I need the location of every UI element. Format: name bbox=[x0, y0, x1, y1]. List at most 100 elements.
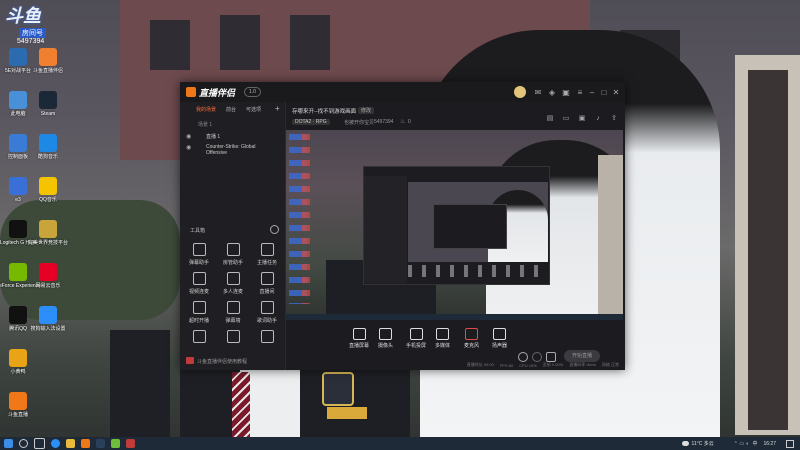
source-button-mic[interactable]: 麦克风 bbox=[464, 328, 479, 349]
sogou-icon bbox=[39, 306, 57, 324]
source-button-speaker[interactable]: 扬声器 bbox=[492, 328, 507, 349]
desktop-icon[interactable]: 斗鱼直播伴侣 bbox=[30, 48, 66, 74]
source-button-label: 麦克风 bbox=[464, 343, 480, 349]
douyu-taskbar-icon[interactable] bbox=[81, 439, 90, 448]
school-badge bbox=[322, 372, 354, 406]
desktop-icon[interactable]: 酷狗音乐 bbox=[30, 134, 66, 160]
douyu-companion-window[interactable]: 直播伴侣 1.0 ✉ ◈ ▣ ≡ – □ ✕ 我的场景 前台 可选项 + 场景 … bbox=[180, 82, 625, 370]
tray-icons[interactable]: ⌃ ▭ ◖ bbox=[734, 441, 749, 447]
source-item[interactable]: Counter-Strike: Global Offensive bbox=[206, 144, 268, 156]
add-scene-icon[interactable]: + bbox=[275, 104, 280, 113]
source-button-camera[interactable]: 摄像头 bbox=[378, 328, 393, 349]
menu-icon[interactable]: ≡ bbox=[574, 86, 586, 98]
minimize-icon[interactable]: – bbox=[586, 86, 598, 98]
edit-title-button[interactable]: 修改 bbox=[358, 107, 375, 114]
phone-cast-icon bbox=[409, 328, 423, 340]
tool-timer[interactable]: 超时开播 bbox=[184, 301, 214, 324]
status-item: CPU 15% bbox=[519, 362, 537, 368]
gift-box-icon[interactable]: ▣ bbox=[576, 112, 588, 124]
fans-count: 0 bbox=[408, 119, 411, 125]
avatar[interactable] bbox=[514, 86, 526, 98]
bell-icon[interactable]: ♪ bbox=[592, 112, 604, 124]
bag-icon[interactable]: ▤ bbox=[544, 112, 556, 124]
tool-room-manager[interactable]: 房管助手 bbox=[218, 243, 248, 266]
douyu-app-logo-icon bbox=[186, 87, 196, 97]
screen-icon[interactable]: ▭ bbox=[560, 112, 572, 124]
weather-text[interactable]: 11°C 多云 bbox=[692, 440, 714, 447]
message-icon[interactable]: ✉ bbox=[532, 86, 544, 98]
geforce-icon bbox=[9, 263, 27, 281]
notification-icon[interactable] bbox=[786, 439, 794, 448]
tutorial-link[interactable]: 斗鱼直播伴侣使用教程 bbox=[197, 358, 247, 365]
status-item: 直播码率 0kb/s bbox=[569, 362, 596, 367]
start-icon[interactable] bbox=[4, 439, 13, 448]
source-button-media[interactable]: 多媒体 bbox=[435, 328, 450, 349]
tool-more[interactable] bbox=[252, 330, 282, 346]
sidebar: 我的场景 前台 可选项 + 场景 1 ◉ 直播 1 ◉ Counter-Stri… bbox=[180, 102, 286, 370]
source-button-screen[interactable]: 直播屏幕 bbox=[349, 328, 369, 349]
tool-multi-link[interactable]: 多人连麦 bbox=[218, 272, 248, 295]
desktop-icon[interactable]: 完美世界竞技平台 bbox=[28, 220, 69, 246]
nested-app-window bbox=[363, 166, 550, 285]
tool-download2[interactable] bbox=[218, 330, 248, 346]
desktop-icon bbox=[30, 349, 66, 369]
stream-preview[interactable] bbox=[286, 130, 623, 320]
app-taskbar-icon[interactable] bbox=[126, 439, 135, 448]
source-item[interactable]: 直播 1 bbox=[206, 133, 220, 140]
title-bar[interactable]: 直播伴侣 1.0 ✉ ◈ ▣ ≡ – □ ✕ bbox=[180, 82, 625, 102]
share-icon[interactable]: ⇪ bbox=[608, 112, 620, 124]
media-icon bbox=[436, 328, 449, 340]
eye-icon[interactable]: ◉ bbox=[186, 133, 191, 140]
danmu-icon bbox=[192, 243, 206, 256]
tab-front[interactable]: 前台 bbox=[226, 106, 236, 113]
netease-music-icon bbox=[39, 263, 57, 281]
control-panel-icon bbox=[9, 134, 27, 152]
eye-icon[interactable]: ◉ bbox=[186, 144, 191, 151]
search-icon[interactable] bbox=[19, 439, 28, 448]
maximize-icon[interactable]: □ bbox=[598, 86, 610, 98]
desktop-icon-label: 完美世界竞技平台 bbox=[28, 240, 69, 246]
tool-download[interactable] bbox=[184, 330, 214, 346]
edge-icon[interactable] bbox=[51, 439, 60, 448]
steam-icon bbox=[39, 91, 57, 109]
tool-lyrics[interactable]: 歌词助手 bbox=[252, 301, 282, 324]
desktop-icon[interactable]: Steam bbox=[30, 91, 66, 117]
tab-options[interactable]: 可选项 bbox=[246, 106, 261, 113]
nested-preview bbox=[408, 182, 548, 262]
tool-label: 歌词助手 bbox=[256, 318, 277, 324]
source-button-phone-cast[interactable]: 手机投屏 bbox=[406, 328, 426, 349]
tool-danmu[interactable]: 弹幕助手 bbox=[184, 243, 214, 266]
lyrics-icon bbox=[260, 301, 274, 314]
desktop-icon[interactable]: QQ音乐 bbox=[30, 177, 66, 203]
explorer-icon[interactable] bbox=[66, 439, 75, 448]
gift-icon[interactable]: ▣ bbox=[560, 86, 572, 98]
desktop-icon[interactable]: 搜狗输入法设置 bbox=[30, 306, 66, 332]
toolbox-settings-icon[interactable] bbox=[270, 225, 279, 234]
computer-icon bbox=[9, 91, 27, 109]
tool-danmu-wall[interactable]: 弹幕墙 bbox=[218, 301, 248, 324]
tool-live-room[interactable]: 直播间 bbox=[252, 272, 282, 295]
qq-music-icon bbox=[39, 177, 57, 195]
striped-tie bbox=[232, 372, 250, 438]
ime-indicator[interactable]: 中 bbox=[752, 440, 757, 447]
app-taskbar-icon[interactable] bbox=[111, 439, 120, 448]
live-room-icon bbox=[260, 272, 274, 285]
desktop-icon-label: 小黄鸭 bbox=[10, 369, 26, 375]
steam-taskbar-icon[interactable] bbox=[96, 439, 105, 448]
scene-header[interactable]: 场景 1 bbox=[198, 121, 212, 128]
clock[interactable]: 16:27 bbox=[763, 441, 776, 447]
category-tag[interactable]: DOTA2 · RPG bbox=[292, 119, 330, 125]
close-icon[interactable]: ✕ bbox=[610, 86, 622, 98]
desktop-icon-label: e3 bbox=[15, 197, 21, 203]
tool-video-link[interactable]: 视频连麦 bbox=[184, 272, 214, 295]
skin-icon[interactable]: ◈ bbox=[546, 86, 558, 98]
status-bar: 直播时长 00:00 FPS 60 CPU 15% 丢帧 0.00% 直播码率 0kb/… bbox=[286, 360, 623, 370]
desktop-icon[interactable]: 网易云音乐 bbox=[30, 263, 66, 289]
desktop-icon-label: 5E对战平台 bbox=[4, 68, 32, 74]
room-manager-icon bbox=[226, 243, 240, 256]
name-tag bbox=[327, 407, 367, 419]
tab-scenes[interactable]: 我的场景 bbox=[196, 106, 216, 113]
task-view-icon[interactable] bbox=[34, 438, 45, 449]
tool-task[interactable]: 主播任务 bbox=[252, 243, 282, 266]
version-badge: 1.0 bbox=[244, 87, 261, 97]
